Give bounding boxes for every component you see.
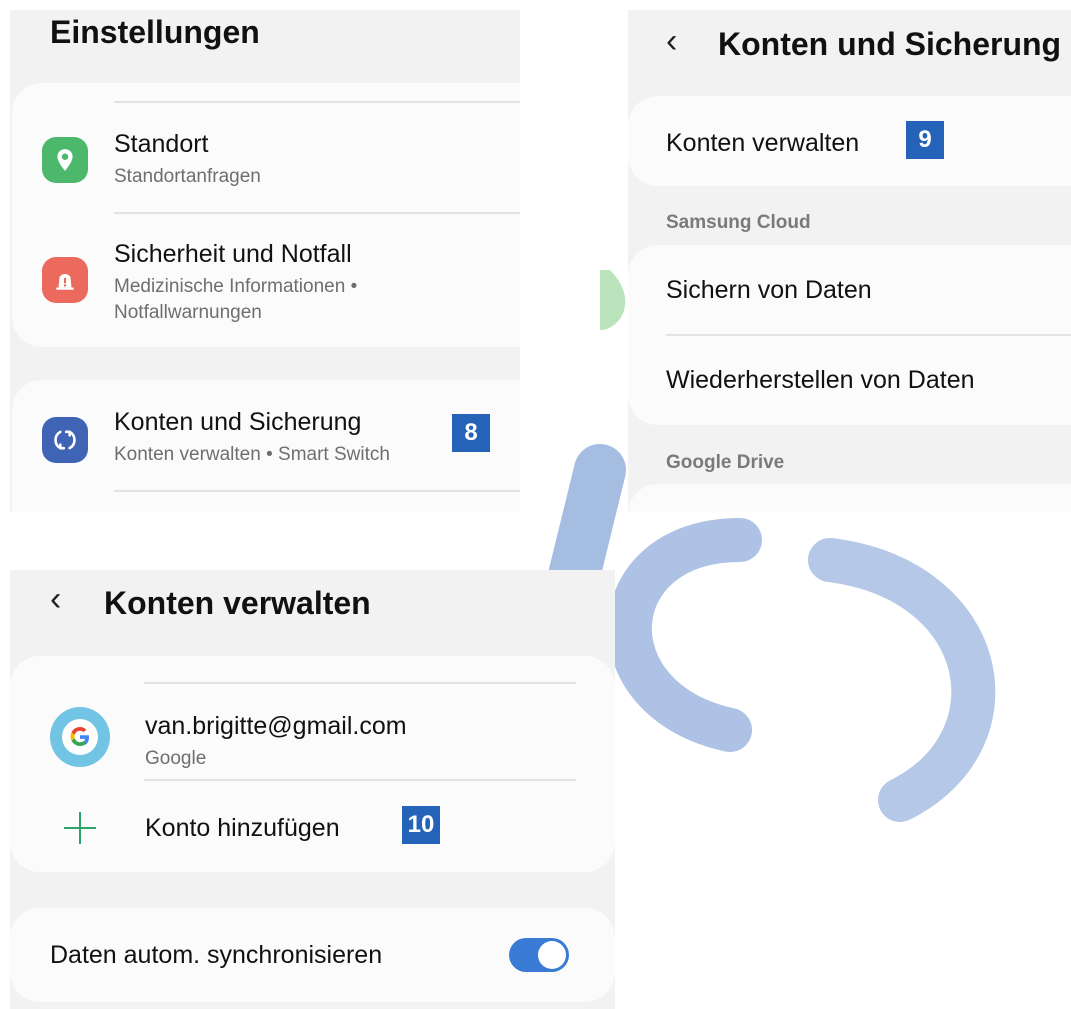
backup-data-label: Sichern von Daten [666, 276, 872, 304]
safety-alert-icon [42, 257, 88, 303]
page-title: Konten verwalten [104, 585, 371, 621]
manage-accounts-panel: ‹ Konten verwalten van.brigitte@gmail.co… [10, 570, 615, 1009]
backup-data-item[interactable]: Sichern von Daten [628, 245, 1071, 335]
settings-item-label: Sicherheit und Notfall [114, 240, 352, 268]
section-header-google-drive: Google Drive [666, 452, 785, 473]
back-chevron-icon[interactable]: ‹ [50, 580, 61, 619]
settings-item-subtitle: Medizinische Informationen • [114, 276, 358, 297]
settings-item-label: Standort [114, 130, 209, 158]
google-drive-card [628, 484, 1071, 512]
account-row-google[interactable]: van.brigitte@gmail.com Google [10, 688, 615, 778]
add-account-item[interactable]: Konto hinzufügen 10 [10, 784, 615, 864]
section-header-samsung-cloud: Samsung Cloud [666, 212, 811, 233]
divider [144, 779, 576, 781]
page-title: Konten und Sicherung [718, 26, 1062, 62]
back-chevron-icon[interactable]: ‹ [666, 22, 677, 61]
divider [144, 682, 576, 684]
step-badge: 9 [906, 121, 944, 159]
manage-accounts-item[interactable]: Konten verwalten 9 [628, 96, 1071, 186]
google-logo-icon [62, 719, 98, 755]
step-badge: 10 [402, 806, 440, 844]
settings-item-label: Konten und Sicherung [114, 408, 362, 436]
account-email: van.brigitte@gmail.com [145, 712, 407, 740]
divider [114, 212, 520, 214]
divider [114, 490, 520, 492]
account-provider: Google [145, 748, 207, 769]
settings-item-accounts-backup[interactable]: Konten und Sicherung Konten verwalten • … [30, 400, 520, 490]
page-title: Einstellungen [50, 14, 260, 50]
add-account-label: Konto hinzufügen [145, 814, 340, 842]
settings-item-location[interactable]: Standort Standortanfragen [30, 120, 520, 210]
settings-item-safety[interactable]: Sicherheit und Notfall Medizinische Info… [30, 232, 520, 332]
restore-data-item[interactable]: Wiederherstellen von Daten [628, 336, 1071, 426]
auto-sync-toggle[interactable] [509, 938, 569, 972]
restore-data-label: Wiederherstellen von Daten [666, 366, 975, 394]
settings-item-subtitle: Notfallwarnungen [114, 302, 262, 323]
accounts-backup-panel: ‹ Konten und Sicherung Konten verwalten … [628, 10, 1071, 512]
location-pin-icon [42, 137, 88, 183]
step-badge: 8 [452, 414, 490, 452]
settings-item-subtitle: Konten verwalten • Smart Switch [114, 444, 390, 465]
toggle-knob [538, 941, 566, 969]
auto-sync-item[interactable]: Daten autom. synchronisieren [10, 908, 615, 1002]
auto-sync-label: Daten autom. synchronisieren [50, 941, 383, 969]
sync-icon [42, 417, 88, 463]
divider [114, 101, 520, 103]
settings-item-subtitle: Standortanfragen [114, 166, 261, 187]
add-plus-icon [64, 812, 96, 844]
settings-panel: Einstellungen Standort Standortanfragen … [10, 10, 520, 512]
google-account-avatar [50, 707, 110, 767]
manage-accounts-label: Konten verwalten [666, 129, 860, 157]
